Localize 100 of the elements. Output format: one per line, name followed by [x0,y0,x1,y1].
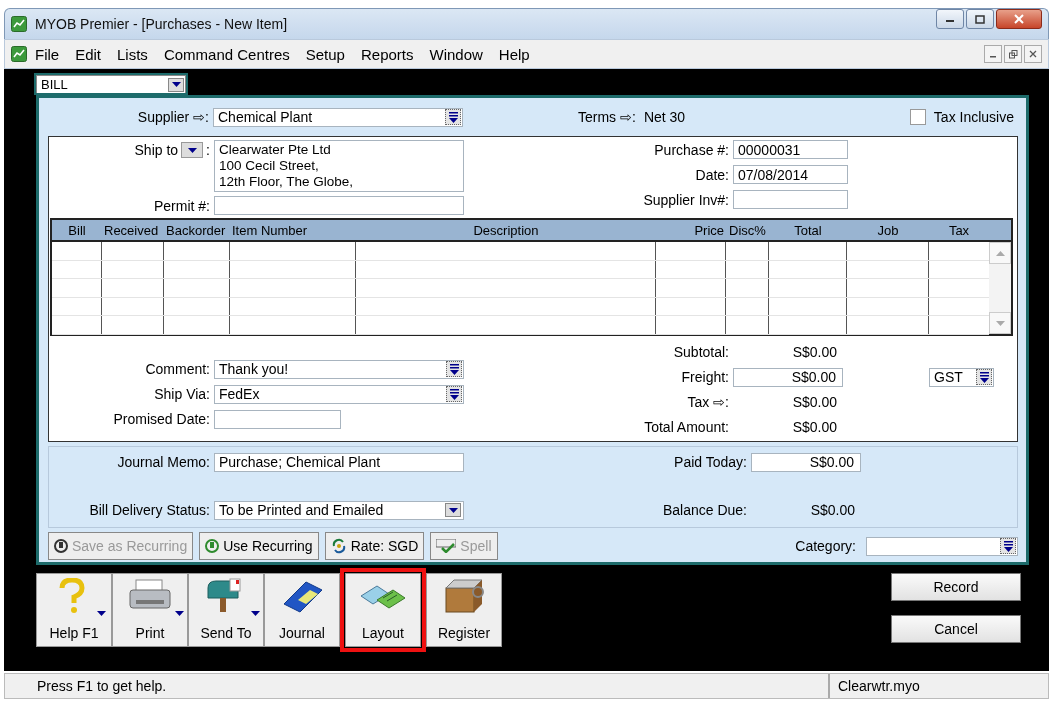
restore-button[interactable] [1004,45,1022,63]
field-label: Comment: [144,361,211,377]
close-icon [1013,14,1025,24]
column-header: Backorder [165,222,227,238]
paid-today-field[interactable]: S$0.00 [751,452,861,472]
maximize-icon [975,14,985,24]
chart-icon [11,16,27,32]
toolbar-button[interactable]: Journal [264,573,340,647]
field-label: Ship to [134,142,179,158]
field-label: Supplier Inv#: [642,191,730,208]
field-label: : [206,142,210,158]
dropdown-button[interactable] [445,503,461,517]
menu-item[interactable]: Help [490,45,538,63]
caret-icon [97,611,106,616]
toolbar-button[interactable]: Send To [188,573,264,647]
column-header: Bill [67,222,87,238]
dialog-button[interactable]: Record [891,573,1021,601]
close-button[interactable] [1024,45,1042,63]
form-type-dropdown[interactable]: BILL [36,75,186,93]
column-header: Price [693,222,725,238]
close-button[interactable] [996,9,1042,29]
list-button[interactable] [446,361,462,377]
maximize-button[interactable] [966,9,994,29]
field-label: Ship Via: [153,386,211,402]
combo-field[interactable]: FedEx [214,384,464,404]
freight-field[interactable]: S$0.00 [733,367,843,387]
menu-item[interactable]: Edit [67,45,110,63]
total-label: Tax ⇨: [686,394,730,410]
column-header: Job [876,222,900,238]
list-icon [1003,540,1013,552]
total-label: Freight: [680,369,730,385]
recurring-icon [205,539,220,553]
list-icon [449,388,459,400]
total-value: S$0.00 [791,419,838,435]
input-field[interactable]: 00000031 [733,140,848,159]
column-header: Description [472,222,540,238]
minimize-button[interactable] [936,9,964,29]
menu-item[interactable]: Window [421,45,491,63]
checkbox[interactable] [909,109,926,125]
exchange-icon [330,538,347,554]
spell-check-icon [436,539,457,553]
chart-icon [11,46,27,62]
dropdown-button[interactable] [168,77,184,92]
action-button[interactable]: Rate: SGD [324,532,425,560]
filing-drawer-icon [442,578,486,614]
supplier-field[interactable]: Chemical Plant [213,107,463,127]
caret-icon [187,147,197,153]
field-label: Category: [795,538,857,554]
field-label: Permit #: [153,197,211,214]
menu-item[interactable]: Setup [297,45,353,63]
down-arrow-icon [995,320,1005,326]
list-icon [979,371,989,383]
column-header: Received [103,222,160,238]
menu-item[interactable]: File [27,45,68,63]
up-arrow-icon [995,250,1005,256]
list-button[interactable] [445,109,461,125]
field-label: Journal Memo: [116,454,211,470]
toolbar-button[interactable]: Register [426,573,502,647]
input-field[interactable] [733,190,848,209]
column-header: Total [793,222,823,238]
delivery-status-dropdown[interactable]: To be Printed and Emailed [214,500,464,520]
ship-to-dropdown-button[interactable] [181,142,204,158]
total-value: S$0.00 [791,344,838,360]
field-label: Bill Delivery Status: [88,502,211,518]
total-label: Total Amount: [643,419,730,435]
menu-item[interactable]: Command Centres [155,45,298,63]
ship-to-address-field[interactable]: Clearwater Pte Ltd 100 Cecil Street, 12th Floor, The Globe, [214,140,464,192]
checkbox-label: Tax Inclusive [933,109,1014,125]
caret-icon [448,507,458,513]
list-icon [448,111,458,123]
menu-item[interactable]: Lists [109,45,156,63]
caret-icon [251,611,260,616]
field-label: Supplier ⇨: [136,109,210,125]
total-label: Subtotal: [672,344,730,360]
toolbar-button[interactable]: Print [112,573,188,647]
list-button[interactable] [1000,538,1016,554]
journal-memo-field[interactable]: Purchase; Chemical Plant [214,452,464,472]
field-label: Promised Date: [112,411,211,427]
list-button[interactable] [976,369,992,385]
column-header: Disc% [728,222,767,238]
permit-field[interactable] [214,196,464,215]
input-field[interactable]: 07/08/2014 [733,165,848,184]
field-label: Balance Due: [661,502,748,518]
close-icon [1029,50,1037,58]
caret-icon [171,82,181,87]
field-label: Terms ⇨: [578,109,636,125]
terms-value: Net 30 [643,109,686,125]
date-field[interactable] [214,409,341,429]
toolbar-button[interactable]: Help F1 [36,573,112,647]
dialog-button[interactable]: Cancel [891,615,1021,643]
category-dropdown[interactable] [866,536,1018,556]
list-button[interactable] [446,386,462,402]
tax-code-dropdown[interactable]: GST [929,367,994,387]
field-label: Date: [694,166,730,183]
combo-field[interactable]: Thank you! [214,359,464,379]
column-header: Tax [947,222,971,238]
action-button[interactable]: Use Recurring [199,532,319,560]
status-message: Press F1 to get help. [36,678,167,694]
list-icon [449,363,459,375]
menu-item[interactable]: Reports [352,45,422,63]
